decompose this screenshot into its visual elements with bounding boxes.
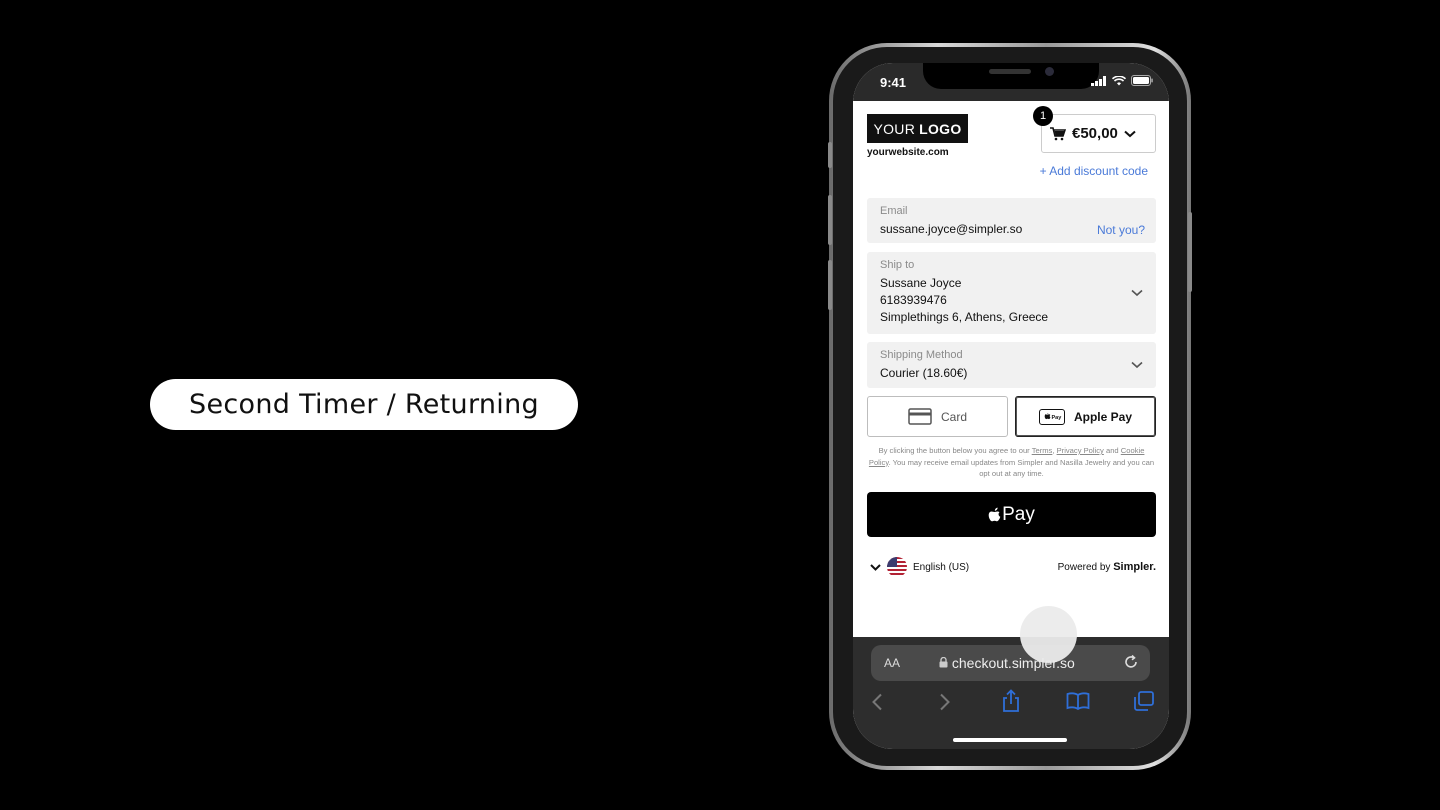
address-bar[interactable]: AA checkout.simpler.so [871,645,1150,681]
safari-bottom-bar: AA checkout.simpler.so [853,637,1169,749]
ship-phone: 6183939476 [880,293,947,307]
not-you-link[interactable]: Not you? [1097,223,1145,237]
battery-icon [1131,75,1153,86]
ship-address: Simplethings 6, Athens, Greece [880,310,1049,324]
apple-logo-icon [988,507,1001,522]
ship-to-label: Ship to [880,259,915,271]
add-discount-link[interactable]: + Add discount code [1040,164,1148,178]
card-icon [908,408,932,425]
power-button [1188,212,1192,292]
logo-text-bold: LOGO [919,120,962,137]
volume-up-button [828,195,832,245]
terms-link[interactable]: Terms [1032,446,1053,455]
apple-pay-button-label: Pay [1002,503,1035,525]
email-label: Email [880,205,908,217]
lock-icon [939,656,948,668]
checkout-content: YOUR LOGO yourwebsite.com €50,00 1 + Add … [853,101,1169,637]
cart-icon [1050,126,1066,140]
powered-by-brand: Simpler. [1113,561,1156,573]
phone-screen: 9:41 YOUR LOGO yourwebsite.com €50,00 1 +… [853,63,1169,749]
status-time: 9:41 [880,75,907,90]
forward-icon[interactable] [939,693,951,711]
reload-icon[interactable] [1123,654,1139,670]
language-selector[interactable]: English (US) [870,557,969,577]
svg-text:Pay: Pay [1051,415,1062,421]
cart-summary-button[interactable]: €50,00 [1041,114,1156,153]
reader-settings-button[interactable]: AA [884,656,900,670]
touch-indicator [1020,606,1077,663]
logo[interactable]: YOUR LOGO [867,114,968,143]
ship-to-field[interactable]: Ship to Sussane Joyce 6183939476 Simplet… [867,252,1156,334]
legal-text-1: By clicking the button below you agree t… [878,446,1030,455]
powered-by[interactable]: Powered by Simpler. [1058,561,1156,573]
legal-and: and [1105,446,1119,455]
apple-pay-tab-label: Apple Pay [1073,409,1133,424]
powered-by-prefix: Powered by [1057,562,1111,573]
shipping-method-label: Shipping Method [880,349,963,361]
email-field[interactable]: Email sussane.joyce@simpler.so Not you? [867,198,1156,243]
back-icon[interactable] [871,693,883,711]
card-payment-tab[interactable]: Card [867,396,1008,437]
status-bar: 9:41 [853,63,1169,101]
language-label: English (US) [913,561,970,573]
mute-switch [828,142,832,168]
us-flag-icon [887,557,907,577]
legal-text-2: . You may receive email updates from Sim… [888,457,1155,479]
front-camera [1045,67,1054,76]
speaker [989,69,1031,74]
wifi-icon [1112,75,1126,85]
chevron-down-icon [1131,289,1143,297]
notch [923,63,1099,89]
section-label-text: Second Timer / Returning [189,389,539,420]
legal-notice: By clicking the button below you agree t… [868,446,1155,479]
card-tab-label: Card [940,409,967,424]
share-icon[interactable] [1001,689,1021,713]
apple-pay-tab[interactable]: Pay Apple Pay [1015,396,1156,437]
ship-name: Sussane Joyce [880,276,962,290]
logo-text-plain: YOUR [873,120,916,137]
signal-icon [1091,75,1106,86]
website-label: yourwebsite.com [867,147,949,158]
privacy-policy-link[interactable]: Privacy Policy [1057,446,1104,455]
shipping-method-field[interactable]: Shipping Method Courier (18.60€) [867,342,1156,388]
tabs-icon[interactable] [1133,691,1155,711]
section-label-pill: Second Timer / Returning [150,379,578,430]
volume-down-button [828,260,832,310]
cart-count-badge: 1 [1033,106,1053,126]
chevron-down-icon [1124,130,1136,137]
cart-total: €50,00 [1072,125,1118,142]
apple-pay-mark-icon: Pay [1038,408,1065,425]
chevron-down-icon [870,563,881,571]
browser-toolbar [853,689,1169,717]
bookmarks-icon[interactable] [1066,692,1090,710]
chevron-down-icon [1131,361,1143,369]
home-indicator [953,738,1067,742]
shipping-method-value: Courier (18.60€) [880,366,968,380]
status-icons [1091,75,1153,86]
apple-pay-button[interactable]: Pay [867,492,1156,537]
